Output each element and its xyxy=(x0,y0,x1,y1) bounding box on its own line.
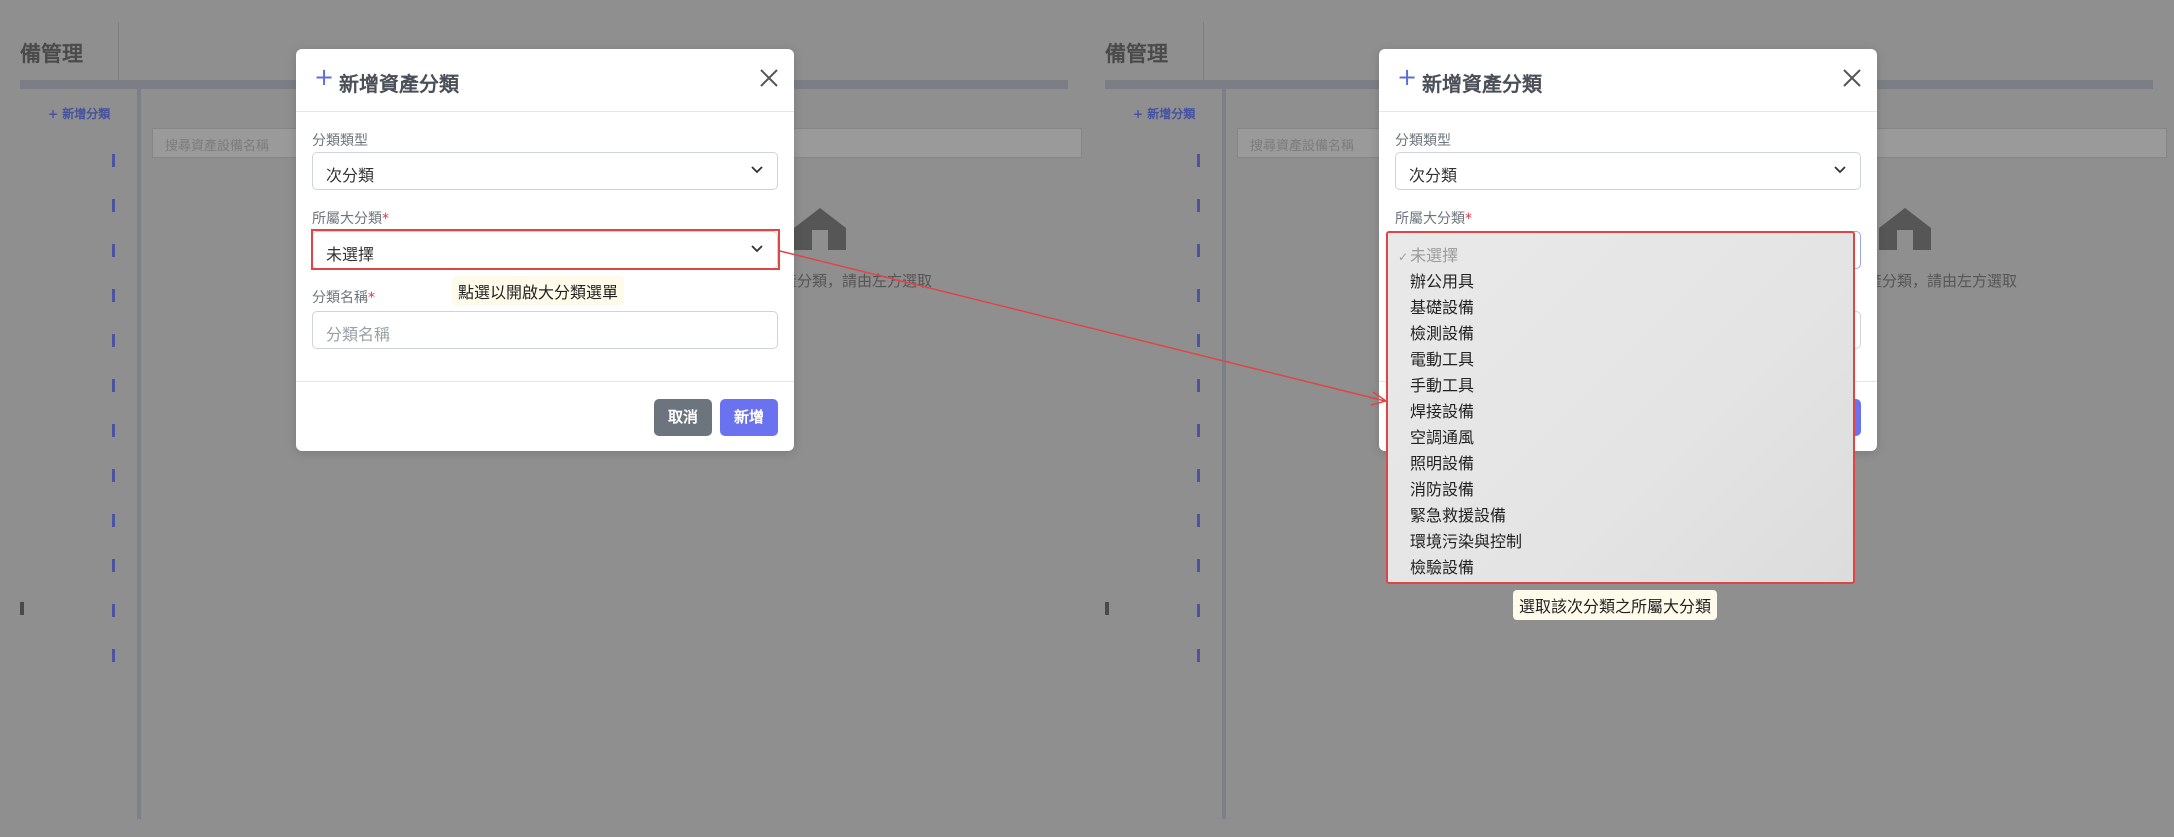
annotation-arrow xyxy=(779,250,1388,406)
